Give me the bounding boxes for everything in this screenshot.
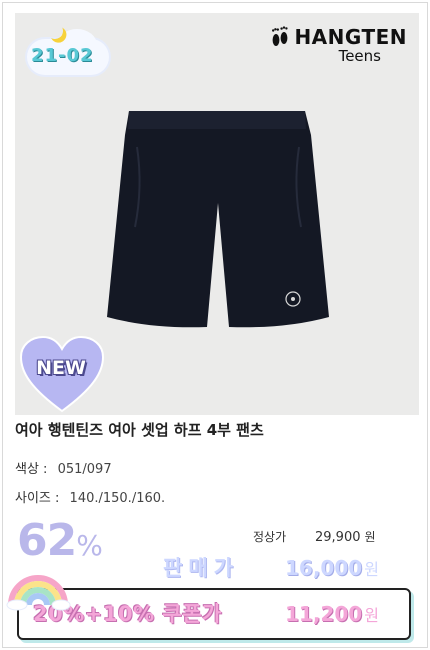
brand-subname: Teens xyxy=(338,47,381,65)
coupon-price-box: 20%+10% 쿠폰가 11,200 원 xyxy=(17,588,411,640)
new-badge: NEW xyxy=(19,335,105,415)
regular-price-row: 정상가 29,900 원 xyxy=(253,528,376,545)
regular-price-label: 정상가 xyxy=(253,530,287,544)
discount-rate: 62% xyxy=(17,515,103,566)
product-title[interactable]: 여아 행텐틴즈 여아 셋업 하프 4부 팬츠 xyxy=(15,419,264,440)
coupon-price-currency: 원 xyxy=(364,606,379,625)
shorts-photo xyxy=(107,111,329,328)
coupon-price: 11,200 xyxy=(285,602,363,626)
size-value: 140./150./160. xyxy=(69,491,166,506)
season-badge: 21-02 xyxy=(23,21,118,81)
rainbow-icon xyxy=(6,575,71,611)
size-label: 사이즈 : xyxy=(15,491,60,506)
season-badge-text: 21-02 xyxy=(31,45,94,66)
discount-value: 62 xyxy=(17,515,77,566)
footprints-icon xyxy=(272,26,289,46)
color-spec: 색상 : 051/097 xyxy=(15,458,112,477)
regular-price: 29,900 xyxy=(315,530,361,545)
brand-logo: HANGTEN Teens xyxy=(270,25,407,65)
product-image[interactable]: 21-02 HANGTEN Teens NEW xyxy=(15,13,419,415)
color-value: 051/097 xyxy=(57,462,112,477)
regular-price-currency: 원 xyxy=(364,530,376,544)
new-badge-text: NEW xyxy=(36,357,86,379)
color-label: 색상 : xyxy=(15,462,48,477)
sale-price-currency: 원 xyxy=(364,560,379,579)
sale-price: 16,000 xyxy=(285,556,363,580)
product-card[interactable]: 21-02 HANGTEN Teens NEW 여아 행텐틴즈 여아 셋업 하프… xyxy=(2,2,428,648)
brand-name: HANGTEN xyxy=(294,25,407,49)
sale-price-row: 판매가 16,000 원 xyxy=(163,552,379,582)
discount-unit: % xyxy=(76,529,103,562)
sale-price-label: 판매가 xyxy=(163,556,239,580)
size-spec: 사이즈 : 140./150./160. xyxy=(15,487,165,506)
